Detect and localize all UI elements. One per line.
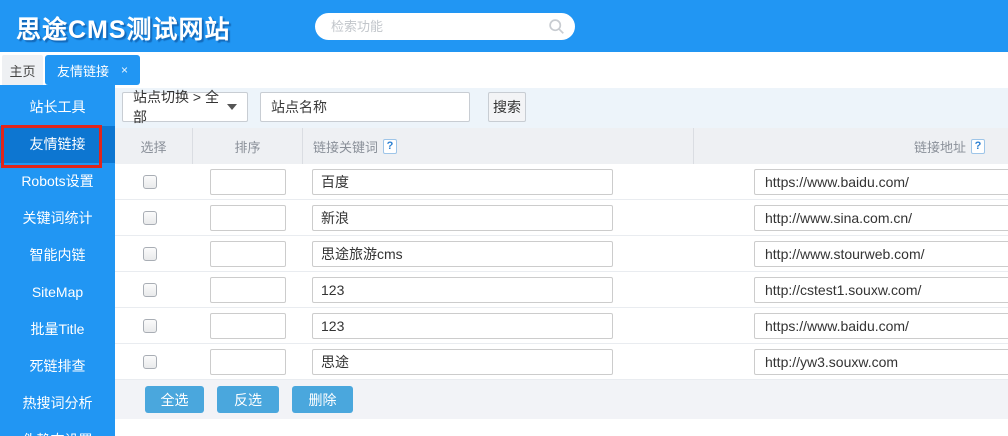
table-row xyxy=(115,344,1008,380)
close-icon[interactable]: × xyxy=(121,63,128,77)
sidebar-item[interactable]: 关键词统计 xyxy=(0,200,115,237)
link-keyword-input[interactable] xyxy=(312,241,613,267)
link-keyword-input[interactable] xyxy=(312,169,613,195)
column-header-url: 链接地址 ? xyxy=(693,128,1008,164)
main-content: 站点切换 > 全部 搜索 选择 排序 链接关键词 ? 链接地址 ? xyxy=(115,85,1008,436)
link-keyword-input[interactable] xyxy=(312,205,613,231)
row-checkbox[interactable] xyxy=(143,247,157,261)
filter-toolbar: 站点切换 > 全部 搜索 xyxy=(115,88,1008,128)
link-keyword-input[interactable] xyxy=(312,277,613,303)
tab-bar: 主页 友情链接 × xyxy=(0,52,1008,85)
table-row xyxy=(115,272,1008,308)
sort-order-input[interactable] xyxy=(210,241,286,267)
link-url-input[interactable] xyxy=(754,277,1008,303)
link-url-input[interactable] xyxy=(754,349,1008,375)
sidebar-item[interactable]: 死链排查 xyxy=(0,348,115,385)
tab-home[interactable]: 主页 xyxy=(2,55,43,85)
site-switch-dropdown[interactable]: 站点切换 > 全部 xyxy=(122,92,248,122)
sidebar-item[interactable]: 站长工具 xyxy=(0,89,115,126)
search-button[interactable]: 搜索 xyxy=(488,92,526,122)
site-name-input[interactable] xyxy=(260,92,470,122)
sort-order-input[interactable] xyxy=(210,349,286,375)
row-checkbox[interactable] xyxy=(143,283,157,297)
row-checkbox[interactable] xyxy=(143,319,157,333)
sort-order-input[interactable] xyxy=(210,169,286,195)
sort-order-input[interactable] xyxy=(210,277,286,303)
table-row xyxy=(115,164,1008,200)
sidebar-item[interactable]: 批量Title xyxy=(0,311,115,348)
link-url-input[interactable] xyxy=(754,313,1008,339)
select-all-button[interactable]: 全选 xyxy=(145,386,204,413)
sidebar: 站长工具 友情链接 Robots设置 关键词统计 智能内链 SiteMap 批量… xyxy=(0,85,115,436)
help-icon[interactable]: ? xyxy=(383,139,397,154)
tab-friend-links-label: 友情链接 xyxy=(57,61,109,80)
row-checkbox[interactable] xyxy=(143,355,157,369)
column-header-sort: 排序 xyxy=(192,128,302,164)
column-header-keyword: 链接关键词 ? xyxy=(302,128,693,164)
table-header: 选择 排序 链接关键词 ? 链接地址 ? xyxy=(115,128,1008,164)
invert-selection-button[interactable]: 反选 xyxy=(217,386,279,413)
sidebar-item[interactable]: 伪静态设置 xyxy=(0,422,115,436)
table-row xyxy=(115,200,1008,236)
top-bar: 思途CMS测试网站 xyxy=(0,0,1008,52)
sidebar-item[interactable]: 智能内链 xyxy=(0,237,115,274)
table-body xyxy=(115,164,1008,380)
column-header-select: 选择 xyxy=(115,128,192,164)
search-icon[interactable] xyxy=(548,18,565,35)
table-row xyxy=(115,236,1008,272)
link-url-input[interactable] xyxy=(754,241,1008,267)
brand-title: 思途CMS测试网站 xyxy=(16,10,231,46)
site-switch-label: 站点切换 > 全部 xyxy=(133,87,219,127)
sidebar-item[interactable]: 热搜词分析 xyxy=(0,385,115,422)
sort-order-input[interactable] xyxy=(210,313,286,339)
help-icon[interactable]: ? xyxy=(971,139,985,154)
sidebar-item[interactable]: 友情链接 xyxy=(0,126,115,163)
column-header-sort-label: 排序 xyxy=(234,137,260,156)
sort-order-input[interactable] xyxy=(210,205,286,231)
row-checkbox[interactable] xyxy=(143,175,157,189)
caret-down-icon xyxy=(227,104,237,110)
tab-friend-links[interactable]: 友情链接 × xyxy=(45,55,140,85)
column-header-url-label: 链接地址 xyxy=(914,137,966,156)
delete-button[interactable]: 删除 xyxy=(292,386,353,413)
column-header-keyword-label: 链接关键词 xyxy=(313,137,378,156)
global-search-input[interactable] xyxy=(315,13,548,40)
link-url-input[interactable] xyxy=(754,169,1008,195)
link-keyword-input[interactable] xyxy=(312,313,613,339)
row-checkbox[interactable] xyxy=(143,211,157,225)
table-row xyxy=(115,308,1008,344)
table-footer: 全选 反选 删除 xyxy=(115,380,1008,419)
link-url-input[interactable] xyxy=(754,205,1008,231)
global-search[interactable] xyxy=(315,13,575,40)
link-keyword-input[interactable] xyxy=(312,349,613,375)
tab-home-label: 主页 xyxy=(9,61,35,80)
sidebar-item[interactable]: Robots设置 xyxy=(0,163,115,200)
column-header-select-label: 选择 xyxy=(140,137,166,156)
sidebar-item[interactable]: SiteMap xyxy=(0,274,115,311)
